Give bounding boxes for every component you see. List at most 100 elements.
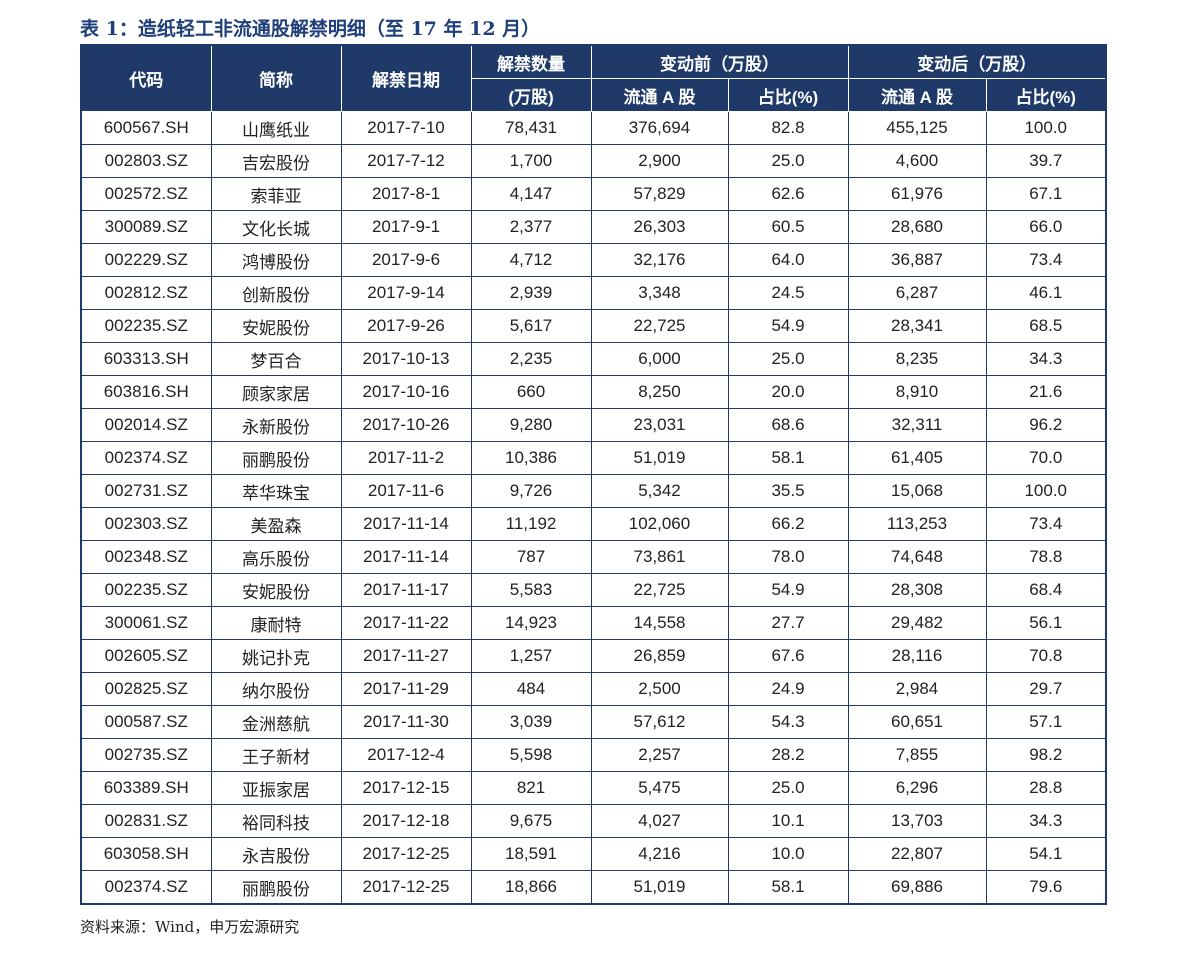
- cell-after-float: 28,341: [847, 309, 987, 343]
- cell-code: 002831.SZ: [80, 804, 212, 838]
- cell-code: 000587.SZ: [80, 705, 212, 739]
- cell-before-float: 32,176: [590, 243, 729, 277]
- cell-before-float: 22,725: [590, 573, 729, 607]
- cell-after-float: 74,648: [847, 540, 987, 574]
- cell-before-ratio: 68.6: [727, 408, 849, 442]
- cell-code: 603313.SH: [80, 342, 212, 376]
- cell-code: 002735.SZ: [80, 738, 212, 772]
- cell-code: 002812.SZ: [80, 276, 212, 310]
- cell-after-float: 29,482: [847, 606, 987, 640]
- cell-date: 2017-10-13: [340, 342, 472, 376]
- cell-code: 300089.SZ: [80, 210, 212, 244]
- table-caption: 表 1：造纸轻工非流通股解禁明细（至 17 年 12 月）: [80, 18, 541, 40]
- cell-after-ratio: 70.8: [985, 639, 1107, 673]
- cell-after-ratio: 68.4: [985, 573, 1107, 607]
- cell-code: 002348.SZ: [80, 540, 212, 574]
- cell-after-float: 28,680: [847, 210, 987, 244]
- cell-before-float: 51,019: [590, 870, 729, 905]
- header-before-float: 流通 A 股: [590, 78, 729, 112]
- cell-code: 603058.SH: [80, 837, 212, 871]
- cell-date: 2017-11-29: [340, 672, 472, 706]
- table-row: 002229.SZ 鸿博股份 2017-9-6 4,712 32,176 64.0 36,8…: [80, 243, 1107, 277]
- cell-name: 亚振家居: [210, 771, 342, 805]
- cell-before-ratio: 64.0: [727, 243, 849, 277]
- cell-after-ratio: 79.6: [985, 870, 1107, 905]
- table-row: 002825.SZ 纳尔股份 2017-11-29 484 2,500 24.9 2,984…: [80, 672, 1107, 706]
- cell-date: 2017-9-26: [340, 309, 472, 343]
- cell-after-float: 22,807: [847, 837, 987, 871]
- cell-after-float: 60,651: [847, 705, 987, 739]
- cell-after-ratio: 78.8: [985, 540, 1107, 574]
- cell-after-float: 8,235: [847, 342, 987, 376]
- cell-after-ratio: 21.6: [985, 375, 1107, 409]
- cell-after-float: 7,855: [847, 738, 987, 772]
- cell-after-ratio: 34.3: [985, 342, 1107, 376]
- cell-unlock-amount: 10,386: [470, 441, 592, 475]
- cell-before-ratio: 27.7: [727, 606, 849, 640]
- cell-after-ratio: 29.7: [985, 672, 1107, 706]
- cell-code: 002731.SZ: [80, 474, 212, 508]
- table-row: 002831.SZ 裕同科技 2017-12-18 9,675 4,027 10.1 13,…: [80, 804, 1107, 838]
- cell-unlock-amount: 18,866: [470, 870, 592, 905]
- cell-name: 丽鹏股份: [210, 441, 342, 475]
- cell-name: 吉宏股份: [210, 144, 342, 178]
- cell-code: 002374.SZ: [80, 441, 212, 475]
- cell-date: 2017-11-30: [340, 705, 472, 739]
- cell-before-ratio: 58.1: [727, 870, 849, 905]
- cell-before-ratio: 54.3: [727, 705, 849, 739]
- cell-unlock-amount: 1,257: [470, 639, 592, 673]
- cell-unlock-amount: 9,726: [470, 474, 592, 508]
- unlock-table: 代码 简称 解禁日期 解禁数量 变动前（万股） 变动后（万股） (万股) 流通 …: [80, 44, 1107, 905]
- cell-unlock-amount: 9,280: [470, 408, 592, 442]
- cell-after-float: 69,886: [847, 870, 987, 905]
- cell-unlock-amount: 484: [470, 672, 592, 706]
- cell-after-float: 6,287: [847, 276, 987, 310]
- cell-after-float: 8,910: [847, 375, 987, 409]
- cell-before-float: 57,612: [590, 705, 729, 739]
- table-row: 002235.SZ 安妮股份 2017-9-26 5,617 22,725 54.9 28,…: [80, 309, 1107, 343]
- cell-before-float: 57,829: [590, 177, 729, 211]
- cell-after-float: 61,405: [847, 441, 987, 475]
- cell-name: 丽鹏股份: [210, 870, 342, 905]
- cell-before-float: 2,257: [590, 738, 729, 772]
- cell-after-ratio: 100.0: [985, 111, 1107, 145]
- cell-unlock-amount: 787: [470, 540, 592, 574]
- cell-code: 300061.SZ: [80, 606, 212, 640]
- cell-unlock-amount: 2,377: [470, 210, 592, 244]
- cell-name: 萃华珠宝: [210, 474, 342, 508]
- cell-after-ratio: 96.2: [985, 408, 1107, 442]
- cell-before-ratio: 25.0: [727, 342, 849, 376]
- table-row: 002812.SZ 创新股份 2017-9-14 2,939 3,348 24.5 6,28…: [80, 276, 1107, 310]
- table-row: 002348.SZ 高乐股份 2017-11-14 787 73,861 78.0 74,6…: [80, 540, 1107, 574]
- cell-after-ratio: 70.0: [985, 441, 1107, 475]
- cell-unlock-amount: 660: [470, 375, 592, 409]
- header-before-group: 变动前（万股）: [590, 44, 849, 79]
- cell-code: 002803.SZ: [80, 144, 212, 178]
- table-row: 002374.SZ 丽鹏股份 2017-11-2 10,386 51,019 58.1 61…: [80, 441, 1107, 475]
- cell-before-float: 4,216: [590, 837, 729, 871]
- cell-before-float: 5,342: [590, 474, 729, 508]
- cell-date: 2017-11-14: [340, 507, 472, 541]
- cell-after-ratio: 39.7: [985, 144, 1107, 178]
- cell-code: 002825.SZ: [80, 672, 212, 706]
- table-row: 002803.SZ 吉宏股份 2017-7-12 1,700 2,900 25.0 4,60…: [80, 144, 1107, 178]
- cell-before-ratio: 24.5: [727, 276, 849, 310]
- cell-after-float: 113,253: [847, 507, 987, 541]
- cell-code: 600567.SH: [80, 111, 212, 145]
- cell-date: 2017-12-18: [340, 804, 472, 838]
- cell-before-ratio: 78.0: [727, 540, 849, 574]
- table-row: 300089.SZ 文化长城 2017-9-1 2,377 26,303 60.5 28,6…: [80, 210, 1107, 244]
- cell-date: 2017-9-6: [340, 243, 472, 277]
- cell-code: 002235.SZ: [80, 573, 212, 607]
- cell-name: 纳尔股份: [210, 672, 342, 706]
- table-row: 002303.SZ 美盈森 2017-11-14 11,192 102,060 66.2 1…: [80, 507, 1107, 541]
- cell-unlock-amount: 5,617: [470, 309, 592, 343]
- cell-after-ratio: 100.0: [985, 474, 1107, 508]
- cell-code: 603389.SH: [80, 771, 212, 805]
- cell-code: 002229.SZ: [80, 243, 212, 277]
- cell-before-ratio: 25.0: [727, 771, 849, 805]
- cell-unlock-amount: 2,235: [470, 342, 592, 376]
- header-code: 代码: [80, 44, 212, 112]
- cell-after-float: 28,116: [847, 639, 987, 673]
- cell-name: 文化长城: [210, 210, 342, 244]
